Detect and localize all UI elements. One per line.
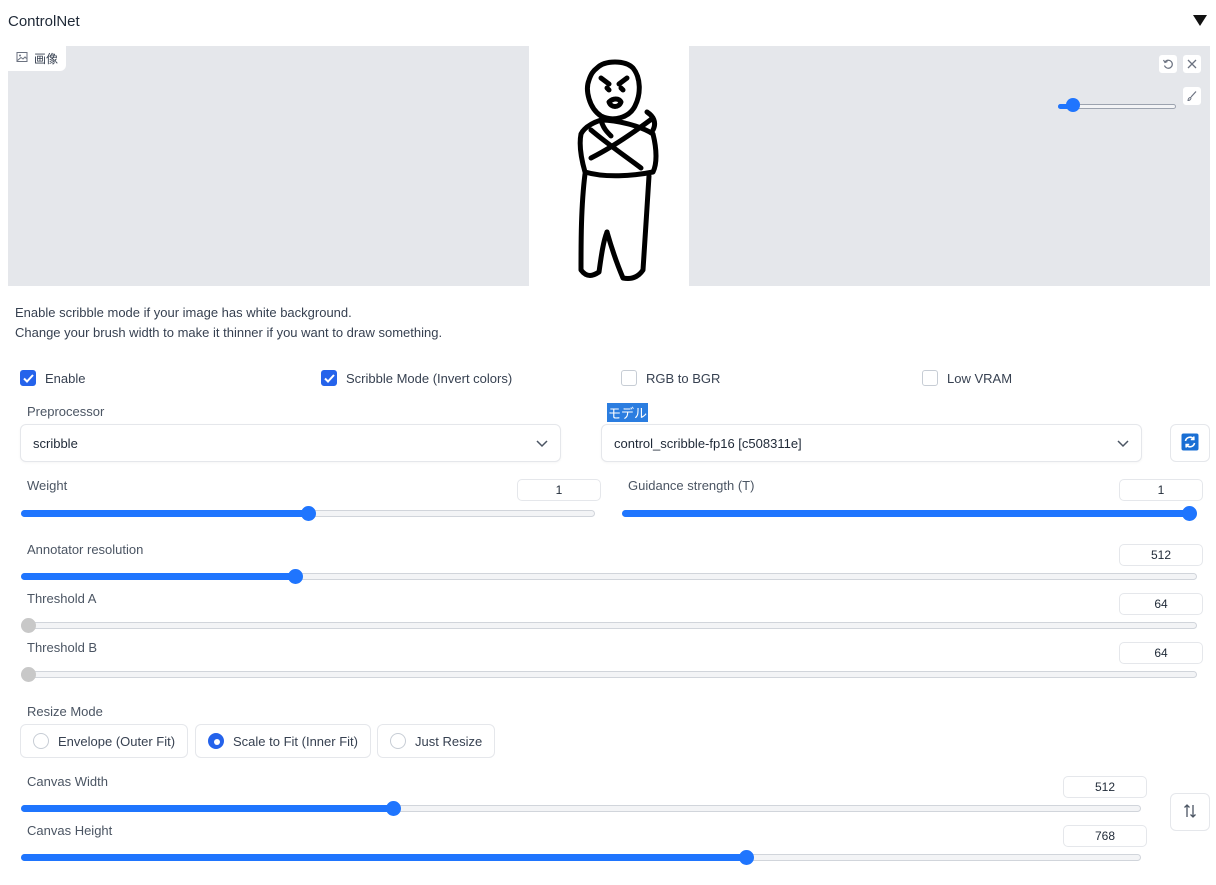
resize-envelope-radio[interactable]: Envelope (Outer Fit)	[20, 724, 189, 758]
radio-unselected-icon[interactable]	[33, 733, 49, 749]
image-tab: 画像	[8, 46, 67, 71]
image-canvas-area[interactable]: 画像	[8, 46, 1210, 286]
brush-width-slider-thumb[interactable]	[1066, 98, 1081, 112]
chevron-down-icon	[536, 436, 548, 451]
threshold-a-slider-thumb[interactable]	[21, 618, 36, 633]
guidance-strength-number-input[interactable]: 1	[1119, 479, 1203, 501]
model-value: control_scribble-fp16 [c508311e]	[614, 435, 802, 451]
resize-scale-to-fit-radio[interactable]: Scale to Fit (Inner Fit)	[195, 724, 371, 758]
low-vram-checkbox[interactable]: Low VRAM	[922, 369, 1012, 387]
image-tab-label: 画像	[34, 52, 59, 66]
preprocessor-value: scribble	[33, 435, 78, 451]
enable-checkbox-label: Enable	[45, 370, 86, 386]
close-button[interactable]	[1182, 54, 1202, 74]
scribble-mode-checkbox[interactable]: Scribble Mode (Invert colors)	[321, 369, 512, 387]
threshold-b-slider-thumb[interactable]	[21, 667, 36, 682]
preprocessor-label: Preprocessor	[27, 404, 105, 419]
annotator-resolution-number-input[interactable]: 512	[1119, 544, 1203, 566]
image-icon	[16, 51, 28, 66]
enable-checkbox[interactable]: Enable	[20, 369, 85, 387]
swap-vertical-icon	[1183, 803, 1197, 822]
collapse-triangle-icon[interactable]	[1192, 12, 1208, 28]
radio-unselected-icon[interactable]	[390, 733, 406, 749]
panel-title: ControlNet	[8, 13, 80, 30]
threshold-b-number-input[interactable]: 64	[1119, 642, 1203, 664]
rgb-to-bgr-checkbox[interactable]: RGB to BGR	[621, 369, 720, 387]
scribble-canvas[interactable]	[529, 46, 689, 286]
brush-icon[interactable]	[1182, 86, 1202, 106]
rgb-to-bgr-checkbox-label: RGB to BGR	[646, 370, 721, 386]
model-dropdown[interactable]: control_scribble-fp16 [c508311e]	[601, 424, 1142, 462]
resize-just-resize-radio[interactable]: Just Resize	[377, 724, 496, 758]
info-text-line-1: Enable scribble mode if your image has w…	[15, 305, 352, 320]
weight-label: Weight	[27, 478, 68, 493]
preprocessor-dropdown[interactable]: scribble	[20, 424, 561, 462]
undo-button[interactable]	[1158, 54, 1178, 74]
info-text-line-2: Change your brush width to make it thinn…	[15, 325, 443, 340]
canvas-height-slider-thumb[interactable]	[739, 850, 755, 865]
refresh-icon	[1181, 433, 1199, 454]
threshold-a-label: Threshold A	[27, 591, 97, 606]
canvas-width-label: Canvas Width	[27, 774, 108, 789]
swap-dimensions-button[interactable]	[1170, 793, 1210, 831]
canvas-height-number-input[interactable]: 768	[1063, 825, 1147, 847]
scribble-mode-checkbox-label: Scribble Mode (Invert colors)	[346, 370, 513, 386]
canvas-height-slider[interactable]	[21, 850, 1141, 865]
brush-width-slider[interactable]	[1058, 98, 1176, 112]
checkbox-unchecked-icon[interactable]	[922, 370, 938, 386]
guidance-strength-label: Guidance strength (T)	[628, 478, 755, 493]
resize-mode-label: Resize Mode	[27, 704, 103, 719]
model-label: モデル	[607, 403, 649, 422]
annotator-resolution-slider[interactable]	[21, 569, 1197, 584]
weight-slider[interactable]	[21, 506, 595, 521]
resize-scale-to-fit-label: Scale to Fit (Inner Fit)	[233, 733, 358, 749]
low-vram-checkbox-label: Low VRAM	[947, 370, 1013, 386]
guidance-strength-slider[interactable]	[622, 506, 1197, 521]
canvas-width-slider[interactable]	[21, 801, 1141, 816]
canvas-width-slider-thumb[interactable]	[385, 801, 401, 816]
canvas-height-label: Canvas Height	[27, 823, 113, 838]
refresh-models-button[interactable]	[1170, 424, 1210, 462]
canvas-width-number-input[interactable]: 512	[1063, 776, 1147, 798]
scribble-drawing	[577, 59, 659, 281]
checkbox-unchecked-icon[interactable]	[621, 370, 637, 386]
chevron-down-icon	[1117, 436, 1129, 451]
radio-selected-icon[interactable]	[208, 733, 224, 749]
checkbox-checked-icon[interactable]	[321, 370, 337, 386]
threshold-a-slider[interactable]	[21, 618, 1197, 633]
resize-just-resize-label: Just Resize	[415, 733, 483, 749]
checkbox-checked-icon[interactable]	[20, 370, 36, 386]
weight-number-input[interactable]: 1	[517, 479, 601, 501]
annotator-resolution-label: Annotator resolution	[27, 542, 144, 557]
resize-envelope-label: Envelope (Outer Fit)	[58, 733, 176, 749]
guidance-strength-slider-thumb[interactable]	[1182, 506, 1197, 521]
annotator-resolution-slider-thumb[interactable]	[288, 569, 304, 584]
threshold-b-slider[interactable]	[21, 667, 1197, 682]
weight-slider-thumb[interactable]	[300, 506, 316, 521]
threshold-b-label: Threshold B	[27, 640, 98, 655]
threshold-a-number-input[interactable]: 64	[1119, 593, 1203, 615]
